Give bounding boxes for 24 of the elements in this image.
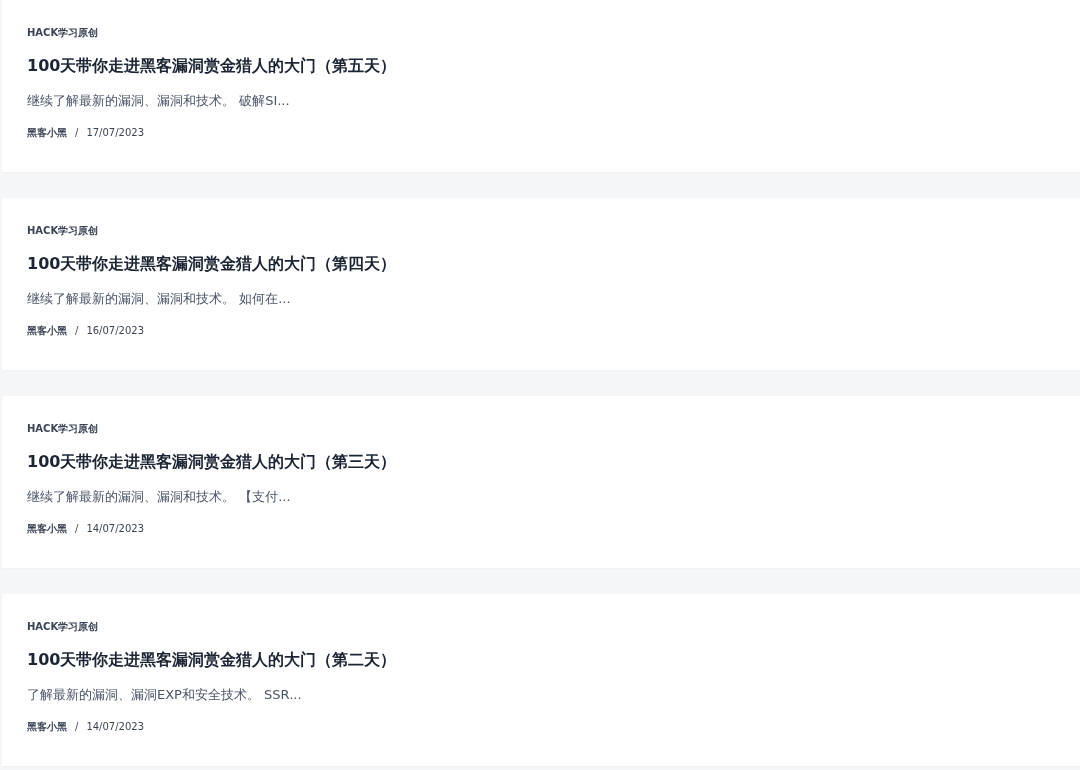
author-link[interactable]: 黑客小黑 xyxy=(27,522,67,535)
post-excerpt: 继续了解最新的漏洞、漏洞和技术。 破解SI... xyxy=(27,92,290,110)
separator: / xyxy=(75,522,79,535)
post-date: 14/07/2023 xyxy=(86,522,144,535)
separator: / xyxy=(75,720,79,733)
post-date: 16/07/2023 xyxy=(86,324,144,337)
author-link[interactable]: 黑客小黑 xyxy=(27,720,67,733)
author-link[interactable]: 黑客小黑 xyxy=(27,126,67,139)
category-link[interactable]: HACK学习原创 xyxy=(27,26,99,40)
post-title[interactable]: 100天带你走进黑客漏洞赏金猎人的大门（第二天） xyxy=(27,649,397,671)
category-link[interactable]: HACK学习原创 xyxy=(27,422,99,436)
separator: / xyxy=(75,126,79,139)
post-date: 14/07/2023 xyxy=(86,720,144,733)
post-date: 17/07/2023 xyxy=(86,126,144,139)
post-excerpt: 继续了解最新的漏洞、漏洞和技术。 如何在... xyxy=(27,290,291,308)
category-link[interactable]: HACK学习原创 xyxy=(27,224,99,238)
post-title[interactable]: 100天带你走进黑客漏洞赏金猎人的大门（第三天） xyxy=(27,451,397,473)
category-link[interactable]: HACK学习原创 xyxy=(27,620,99,634)
post-excerpt: 继续了解最新的漏洞、漏洞和技术。 【支付... xyxy=(27,488,291,506)
separator: / xyxy=(75,324,79,337)
post-excerpt: 了解最新的漏洞、漏洞EXP和安全技术。 SSR... xyxy=(27,686,302,704)
author-link[interactable]: 黑客小黑 xyxy=(27,324,67,337)
post-title[interactable]: 100天带你走进黑客漏洞赏金猎人的大门（第五天） xyxy=(27,55,397,77)
post-title[interactable]: 100天带你走进黑客漏洞赏金猎人的大门（第四天） xyxy=(27,253,397,275)
